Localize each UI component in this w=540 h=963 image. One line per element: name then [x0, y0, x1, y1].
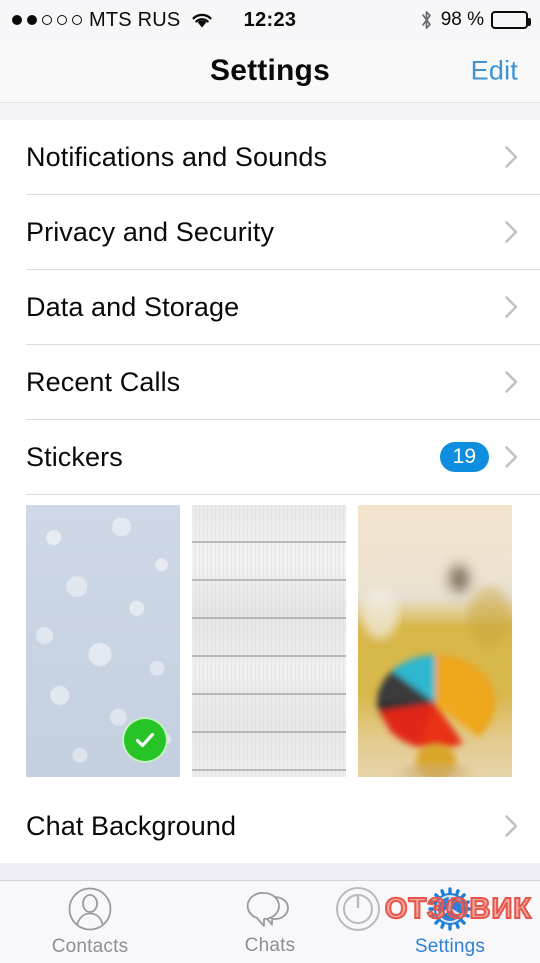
settings-row-notifications-and-sounds[interactable]: Notifications and Sounds — [0, 120, 540, 194]
row-label: Privacy and Security — [26, 216, 275, 247]
phone-screen: MTS RUS 12:23 98 % Settings Edit Notific… — [0, 0, 540, 963]
signal-dot-1 — [12, 15, 22, 25]
settings-list: Notifications and Sounds Privacy and Sec… — [0, 120, 540, 863]
chevron-right-icon — [505, 446, 518, 468]
settings-row-stickers[interactable]: Stickers 19 — [0, 420, 540, 494]
row-label: Notifications and Sounds — [26, 141, 328, 172]
row-label: Stickers — [26, 441, 123, 472]
chevron-right-icon — [505, 296, 518, 318]
chevron-right-icon — [505, 815, 518, 837]
chevron-right-icon — [505, 221, 518, 243]
page-title: Settings — [210, 54, 330, 87]
carrier-label: MTS RUS — [89, 8, 181, 31]
wifi-icon — [192, 13, 213, 28]
chat-background-thumbnails — [0, 495, 540, 789]
tab-chats[interactable]: Chats — [180, 887, 360, 957]
signal-dot-4 — [57, 15, 67, 25]
chevron-right-icon — [505, 371, 518, 393]
battery-percent-label: 98 % — [440, 9, 484, 30]
row-label: Chat Background — [26, 810, 237, 841]
wallpaper-thumb-colorful-umbrella-photo[interactable] — [358, 505, 512, 777]
selected-check-icon — [122, 717, 168, 763]
tab-label: Chats — [244, 935, 296, 956]
stickers-count-badge: 19 — [439, 442, 489, 472]
chats-icon — [246, 892, 289, 927]
status-bar: MTS RUS 12:23 98 % — [0, 0, 540, 40]
status-bar-left: MTS RUS — [0, 9, 215, 32]
signal-dot-2 — [27, 15, 37, 25]
gear-icon — [428, 887, 472, 931]
signal-strength-dots — [12, 15, 82, 25]
tab-bar: Contacts Chats Settings — [0, 880, 540, 963]
nav-list-divider — [0, 102, 540, 120]
settings-row-chat-background[interactable]: Chat Background — [0, 789, 540, 863]
settings-row-data-and-storage[interactable]: Data and Storage — [0, 270, 540, 344]
chevron-right-icon — [505, 146, 518, 168]
status-bar-right: 98 % — [419, 9, 540, 31]
signal-dot-5 — [72, 15, 82, 25]
navigation-bar: Settings Edit — [0, 40, 540, 102]
wallpaper-thumb-white-wood-planks[interactable] — [192, 505, 346, 777]
tab-label: Settings — [414, 936, 486, 957]
settings-row-recent-calls[interactable]: Recent Calls — [0, 345, 540, 419]
bluetooth-icon — [421, 11, 431, 29]
row-label: Data and Storage — [26, 291, 240, 322]
tab-settings[interactable]: Settings — [360, 886, 540, 958]
contacts-icon — [68, 887, 112, 931]
signal-dot-3 — [42, 15, 52, 25]
settings-row-privacy-and-security[interactable]: Privacy and Security — [0, 195, 540, 269]
tab-label: Contacts — [51, 936, 129, 957]
list-tabbar-divider — [0, 863, 540, 880]
battery-icon — [491, 11, 531, 29]
wallpaper-thumb-doodle-pattern[interactable] — [26, 505, 180, 777]
umbrella-photo — [358, 505, 512, 777]
tab-contacts[interactable]: Contacts — [0, 886, 180, 958]
edit-button[interactable]: Edit — [471, 56, 518, 87]
row-label: Recent Calls — [26, 366, 181, 397]
